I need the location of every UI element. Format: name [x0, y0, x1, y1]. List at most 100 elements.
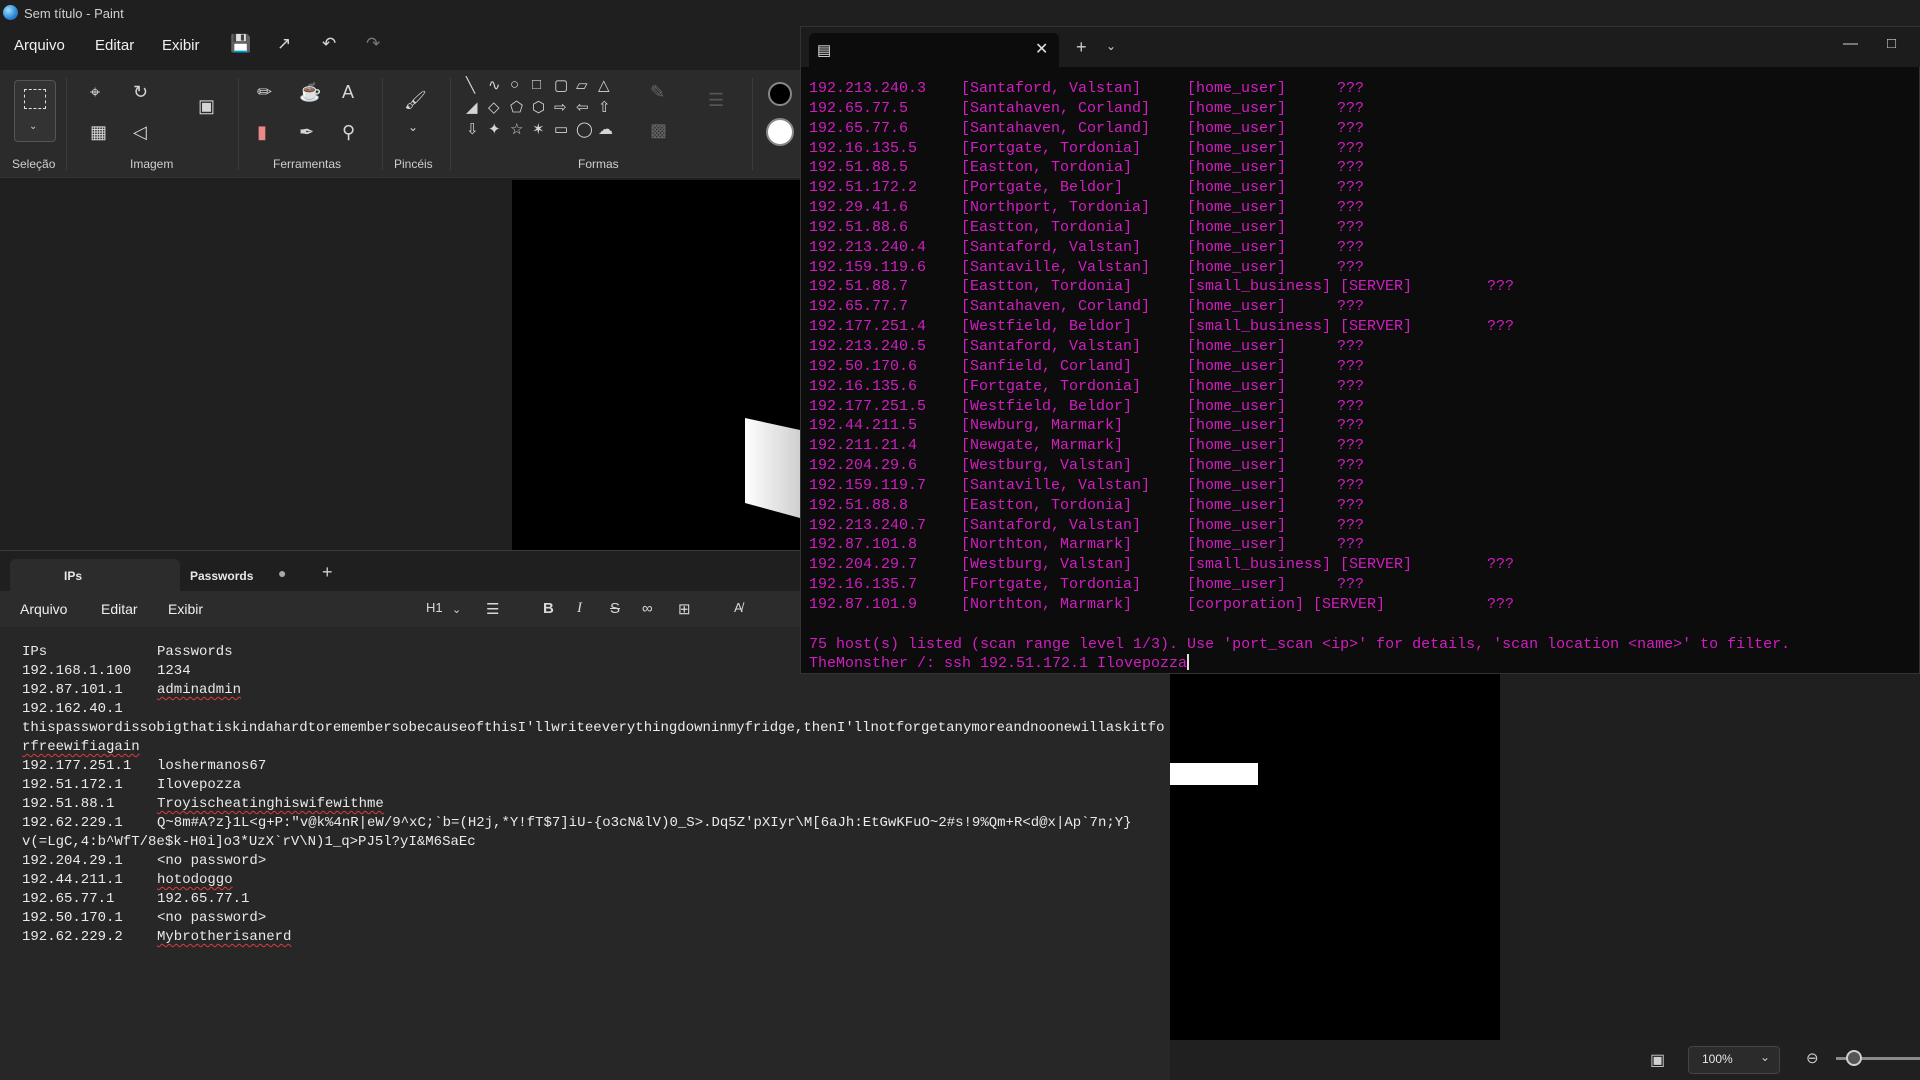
brush-icon[interactable]: 🖌	[404, 90, 427, 111]
line-shape-icon[interactable]: ╲	[466, 76, 475, 94]
link-icon[interactable]: ∞	[642, 600, 653, 617]
paint-menubar: Arquivo Editar Exibir 💾 ↗ ↶ ↷	[0, 30, 800, 62]
text-line: rfreewifiagain	[22, 738, 1162, 757]
list-icon[interactable]: ☰	[486, 600, 499, 618]
undo-icon[interactable]: ↶	[322, 34, 336, 54]
row-status: ???	[1337, 437, 1365, 455]
fit-to-window-icon[interactable]: ▣	[1650, 1050, 1665, 1070]
row-ip: 192.213.240.7	[809, 516, 927, 534]
share-icon[interactable]: ↗	[277, 34, 291, 54]
rounded-rect-shape-icon[interactable]: ▢	[554, 76, 568, 94]
italic-icon[interactable]: I	[577, 600, 582, 617]
pencil-icon[interactable]: ✏	[257, 82, 272, 103]
notepad-menu-exibir[interactable]: Exibir	[168, 601, 203, 617]
terminal-row: 192.51.88.6 [Eastton, Tordonia] [home_user…	[809, 218, 1909, 238]
star6-shape-icon[interactable]: ✶	[532, 120, 545, 138]
row-location: [Northton, Marmark]	[961, 595, 1133, 613]
arrow-up-shape-icon[interactable]: ⇧	[598, 98, 611, 116]
ribbon-divider	[66, 78, 67, 170]
row-type: [home_user]	[1187, 377, 1287, 395]
outline-icon[interactable]: ✎	[650, 82, 665, 103]
chevron-down-icon[interactable]: ⌄	[1106, 39, 1116, 53]
table-icon[interactable]: ⊞	[678, 600, 691, 618]
row-status: ???	[1337, 119, 1365, 137]
row-ip: 192.177.251.5	[809, 397, 927, 415]
row-type: [home_user]	[1187, 238, 1287, 256]
tab-ips[interactable]: IPs	[10, 559, 180, 591]
row-ip: 192.204.29.7	[809, 556, 918, 574]
arrow-left-shape-icon[interactable]: ⇦	[576, 98, 589, 116]
chevron-down-icon[interactable]: ⌄	[408, 120, 418, 134]
crop-icon[interactable]: ⌖	[90, 82, 100, 103]
redo-icon[interactable]: ↷	[366, 34, 380, 54]
strikethrough-icon[interactable]: S	[610, 600, 620, 617]
save-icon[interactable]: 💾	[230, 34, 251, 54]
bold-icon[interactable]: B	[543, 600, 554, 617]
pentagon-shape-icon[interactable]: ⬠	[510, 98, 523, 116]
resize-icon[interactable]: ▦	[90, 122, 107, 143]
selection-tool[interactable]: ⌄	[14, 80, 56, 142]
notepad-editor[interactable]: IPs Passwords 192.168.1.100 1234 192.87.10…	[22, 643, 1165, 947]
diamond-shape-icon[interactable]: ◇	[488, 98, 500, 116]
color-picker-icon[interactable]: ✒	[299, 122, 314, 143]
terminal-row: 192.213.240.5 [Santaford, Valstan] [home_u…	[809, 337, 1909, 357]
flip-icon[interactable]: ◁	[133, 122, 147, 143]
star4-shape-icon[interactable]: ✦	[488, 120, 501, 138]
triangle-shape-icon[interactable]: △	[598, 76, 610, 94]
color1-swatch[interactable]	[768, 82, 792, 106]
paint-menu-exibir[interactable]: Exibir	[162, 37, 200, 54]
arrow-down-shape-icon[interactable]: ⇩	[466, 120, 479, 138]
close-tab-icon[interactable]: ✕	[1035, 39, 1048, 59]
eraser-icon[interactable]: ▮	[257, 122, 267, 143]
terminal-row: 192.213.240.3 [Santaford, Valstan] [home_u…	[809, 79, 1909, 99]
tab-passwords[interactable]: Passwords ●	[180, 559, 310, 591]
shapes-gallery[interactable]: ╲ ∿ ○ □ ▢ ▱ △ ◢ ◇ ⬠ ⬡ ⇨ ⇦ ⇧ ⇩ ✦ ☆ ✶ ▭ ◯ …	[460, 74, 632, 154]
fill-bucket-icon[interactable]: ☕	[299, 82, 321, 103]
text-tool-icon[interactable]: A	[342, 82, 354, 103]
new-tab-icon[interactable]: +	[322, 562, 333, 583]
notepad-menu-arquivo[interactable]: Arquivo	[20, 601, 67, 617]
chevron-down-icon[interactable]: ⌄	[452, 603, 461, 616]
terminal-prompt-line[interactable]: TheMonsther /: ssh 192.51.172.1 Ilovepoz…	[809, 654, 1909, 674]
shape-fill-icon[interactable]: ▩	[650, 120, 667, 141]
row-location: [Santahaven, Corland]	[961, 99, 1151, 117]
row-location: [Santaville, Valstan]	[961, 258, 1151, 276]
minimize-icon[interactable]: —	[1843, 35, 1858, 52]
terminal-output[interactable]: 192.213.240.3 [Santaford, Valstan] [home_u…	[809, 79, 1909, 674]
heading-dropdown[interactable]: H1	[426, 600, 443, 615]
paint-canvas-lower[interactable]	[1170, 670, 1500, 1040]
rectangle-shape-icon[interactable]: □	[532, 76, 541, 93]
text-line: 192.62.229.2 Mybrotherisanerd	[22, 928, 1162, 947]
paint-menu-editar[interactable]: Editar	[95, 37, 134, 54]
magnifier-icon[interactable]: ⚲	[342, 122, 355, 143]
row-ip: 192.65.77.6	[809, 119, 909, 137]
row-type: [home_user]	[1187, 298, 1287, 316]
line-ip: 192.62.229.2	[22, 929, 123, 945]
callout-oval-shape-icon[interactable]: ◯	[576, 120, 593, 138]
zoom-out-icon[interactable]: ⊖	[1806, 1049, 1819, 1067]
terminal-tab[interactable]: ▤ ✕	[809, 33, 1059, 67]
paint-menu-arquivo[interactable]: Arquivo	[14, 37, 65, 54]
maximize-icon[interactable]: □	[1887, 35, 1896, 52]
spellcheck-icon[interactable]: A̸	[734, 600, 743, 615]
polygon-shape-icon[interactable]: ▱	[576, 76, 588, 94]
line-password: loshermanos67	[157, 758, 267, 774]
image-select-icon[interactable]: ▣	[198, 96, 215, 117]
size-icon[interactable]: ☰	[708, 90, 724, 111]
notepad-menu-editar[interactable]: Editar	[101, 601, 138, 617]
hexagon-shape-icon[interactable]: ⬡	[532, 98, 545, 116]
curve-shape-icon[interactable]: ∿	[488, 76, 501, 94]
arrow-right-shape-icon[interactable]: ⇨	[554, 98, 567, 116]
row-type: [corporation] [SERVER]	[1187, 595, 1386, 613]
ribbon-divider	[238, 78, 239, 170]
color2-swatch[interactable]	[766, 118, 794, 146]
zoom-slider-thumb[interactable]	[1846, 1050, 1862, 1066]
callout-rect-shape-icon[interactable]: ▭	[554, 120, 568, 138]
new-tab-icon[interactable]: +	[1076, 37, 1087, 58]
text-line: 192.87.101.1 adminadmin	[22, 681, 1162, 700]
oval-shape-icon[interactable]: ○	[510, 76, 519, 93]
callout-cloud-shape-icon[interactable]: ☁	[598, 120, 613, 138]
right-triangle-shape-icon[interactable]: ◢	[466, 98, 478, 116]
star5-shape-icon[interactable]: ☆	[510, 120, 523, 138]
rotate-icon[interactable]: ↻	[133, 82, 148, 103]
